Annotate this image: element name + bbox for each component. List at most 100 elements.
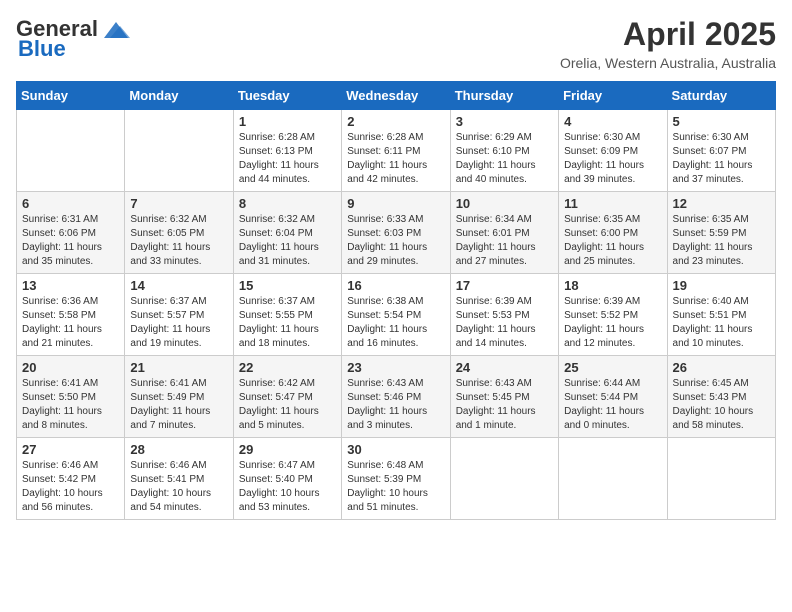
day-info: Sunrise: 6:32 AMSunset: 6:04 PMDaylight:… [239, 213, 336, 269]
day-info: Sunrise: 6:38 AMSunset: 5:54 PMDaylight:… [347, 295, 444, 351]
calendar-cell: 25Sunrise: 6:44 AMSunset: 5:44 PMDayligh… [559, 356, 667, 438]
calendar-cell: 12 Sunrise: 6:35 AMSunset: 5:59 PMDayligh… [667, 192, 775, 274]
calendar-cell: 30 Sunrise: 6:48 AMSunset: 5:39 PMDayligh… [342, 438, 450, 520]
calendar-cell: 22 Sunrise: 6:42 AMSunset: 5:47 PMDayligh… [233, 356, 341, 438]
day-number: 21 [130, 360, 227, 375]
day-info: Sunrise: 6:40 AMSunset: 5:51 PMDaylight:… [673, 295, 770, 351]
day-info: Sunrise: 6:37 AMSunset: 5:55 PMDaylight:… [239, 295, 336, 351]
calendar-cell: 10 Sunrise: 6:34 AMSunset: 6:01 PMDayligh… [450, 192, 558, 274]
calendar-cell: 21 Sunrise: 6:41 AMSunset: 5:49 PMDayligh… [125, 356, 233, 438]
day-info: Sunrise: 6:46 AMSunset: 5:41 PMDaylight:… [130, 459, 227, 515]
day-number: 1 [239, 114, 336, 129]
col-header-saturday: Saturday [667, 82, 775, 110]
calendar-cell [450, 438, 558, 520]
day-info: Sunrise: 6:39 AMSunset: 5:52 PMDaylight:… [564, 295, 661, 351]
calendar-cell: 9 Sunrise: 6:33 AMSunset: 6:03 PMDaylight… [342, 192, 450, 274]
logo-blue: Blue [18, 36, 66, 62]
day-number: 30 [347, 442, 444, 457]
day-number: 3 [456, 114, 553, 129]
col-header-friday: Friday [559, 82, 667, 110]
month-title: April 2025 [560, 16, 776, 53]
calendar-cell [125, 110, 233, 192]
day-info: Sunrise: 6:35 AMSunset: 6:00 PMDaylight:… [564, 213, 661, 269]
calendar-cell: 20 Sunrise: 6:41 AMSunset: 5:50 PMDayligh… [17, 356, 125, 438]
calendar-cell [17, 110, 125, 192]
day-info: Sunrise: 6:45 AMSunset: 5:43 PMDaylight:… [673, 377, 770, 433]
day-number: 6 [22, 196, 119, 211]
col-header-thursday: Thursday [450, 82, 558, 110]
calendar-cell: 19Sunrise: 6:40 AMSunset: 5:51 PMDayligh… [667, 274, 775, 356]
calendar-week-2: 6 Sunrise: 6:31 AMSunset: 6:06 PMDaylight… [17, 192, 776, 274]
calendar-cell: 15Sunrise: 6:37 AMSunset: 5:55 PMDayligh… [233, 274, 341, 356]
day-number: 7 [130, 196, 227, 211]
day-info: Sunrise: 6:44 AMSunset: 5:44 PMDaylight:… [564, 377, 661, 433]
day-info: Sunrise: 6:48 AMSunset: 5:39 PMDaylight:… [347, 459, 444, 515]
day-number: 14 [130, 278, 227, 293]
day-info: Sunrise: 6:47 AMSunset: 5:40 PMDaylight:… [239, 459, 336, 515]
logo-icon [102, 18, 130, 40]
day-info: Sunrise: 6:43 AMSunset: 5:46 PMDaylight:… [347, 377, 444, 433]
col-header-wednesday: Wednesday [342, 82, 450, 110]
calendar-header-row: SundayMondayTuesdayWednesdayThursdayFrid… [17, 82, 776, 110]
day-info: Sunrise: 6:29 AMSunset: 6:10 PMDaylight:… [456, 131, 553, 187]
day-info: Sunrise: 6:28 AMSunset: 6:13 PMDaylight:… [239, 131, 336, 187]
day-number: 5 [673, 114, 770, 129]
calendar-cell: 4Sunrise: 6:30 AMSunset: 6:09 PMDaylight… [559, 110, 667, 192]
day-info: Sunrise: 6:41 AMSunset: 5:50 PMDaylight:… [22, 377, 119, 433]
location-title: Orelia, Western Australia, Australia [560, 55, 776, 71]
day-number: 9 [347, 196, 444, 211]
day-info: Sunrise: 6:46 AMSunset: 5:42 PMDaylight:… [22, 459, 119, 515]
day-number: 11 [564, 196, 661, 211]
calendar-cell: 13Sunrise: 6:36 AMSunset: 5:58 PMDayligh… [17, 274, 125, 356]
calendar-cell: 3 Sunrise: 6:29 AMSunset: 6:10 PMDaylight… [450, 110, 558, 192]
calendar-cell: 26 Sunrise: 6:45 AMSunset: 5:43 PMDayligh… [667, 356, 775, 438]
day-info: Sunrise: 6:41 AMSunset: 5:49 PMDaylight:… [130, 377, 227, 433]
calendar-cell: 2 Sunrise: 6:28 AMSunset: 6:11 PMDaylight… [342, 110, 450, 192]
page-header: General Blue April 2025 Orelia, Western … [16, 16, 776, 71]
calendar-cell [667, 438, 775, 520]
calendar-week-3: 13Sunrise: 6:36 AMSunset: 5:58 PMDayligh… [17, 274, 776, 356]
day-info: Sunrise: 6:37 AMSunset: 5:57 PMDaylight:… [130, 295, 227, 351]
day-number: 26 [673, 360, 770, 375]
day-number: 18 [564, 278, 661, 293]
calendar-week-5: 27 Sunrise: 6:46 AMSunset: 5:42 PMDayligh… [17, 438, 776, 520]
calendar-cell: 8 Sunrise: 6:32 AMSunset: 6:04 PMDaylight… [233, 192, 341, 274]
title-block: April 2025 Orelia, Western Australia, Au… [560, 16, 776, 71]
day-info: Sunrise: 6:33 AMSunset: 6:03 PMDaylight:… [347, 213, 444, 269]
calendar-cell: 14 Sunrise: 6:37 AMSunset: 5:57 PMDayligh… [125, 274, 233, 356]
day-number: 28 [130, 442, 227, 457]
day-number: 29 [239, 442, 336, 457]
day-info: Sunrise: 6:42 AMSunset: 5:47 PMDaylight:… [239, 377, 336, 433]
day-info: Sunrise: 6:35 AMSunset: 5:59 PMDaylight:… [673, 213, 770, 269]
day-number: 22 [239, 360, 336, 375]
calendar-cell: 11 Sunrise: 6:35 AMSunset: 6:00 PMDayligh… [559, 192, 667, 274]
calendar-cell: 23 Sunrise: 6:43 AMSunset: 5:46 PMDayligh… [342, 356, 450, 438]
day-number: 27 [22, 442, 119, 457]
calendar-cell: 29 Sunrise: 6:47 AMSunset: 5:40 PMDayligh… [233, 438, 341, 520]
day-number: 24 [456, 360, 553, 375]
day-info: Sunrise: 6:31 AMSunset: 6:06 PMDaylight:… [22, 213, 119, 269]
day-info: Sunrise: 6:28 AMSunset: 6:11 PMDaylight:… [347, 131, 444, 187]
day-number: 20 [22, 360, 119, 375]
day-info: Sunrise: 6:34 AMSunset: 6:01 PMDaylight:… [456, 213, 553, 269]
day-number: 2 [347, 114, 444, 129]
calendar-cell: 17Sunrise: 6:39 AMSunset: 5:53 PMDayligh… [450, 274, 558, 356]
calendar-cell: 18 Sunrise: 6:39 AMSunset: 5:52 PMDayligh… [559, 274, 667, 356]
calendar-cell: 1 Sunrise: 6:28 AMSunset: 6:13 PMDaylight… [233, 110, 341, 192]
day-number: 12 [673, 196, 770, 211]
col-header-tuesday: Tuesday [233, 82, 341, 110]
day-number: 4 [564, 114, 661, 129]
calendar-week-1: 1 Sunrise: 6:28 AMSunset: 6:13 PMDaylight… [17, 110, 776, 192]
col-header-monday: Monday [125, 82, 233, 110]
calendar-cell: 16Sunrise: 6:38 AMSunset: 5:54 PMDayligh… [342, 274, 450, 356]
day-info: Sunrise: 6:30 AMSunset: 6:07 PMDaylight:… [673, 131, 770, 187]
day-number: 13 [22, 278, 119, 293]
calendar-cell [559, 438, 667, 520]
calendar-cell: 24Sunrise: 6:43 AMSunset: 5:45 PMDayligh… [450, 356, 558, 438]
day-number: 10 [456, 196, 553, 211]
day-number: 23 [347, 360, 444, 375]
day-number: 8 [239, 196, 336, 211]
day-info: Sunrise: 6:39 AMSunset: 5:53 PMDaylight:… [456, 295, 553, 351]
calendar-cell: 5 Sunrise: 6:30 AMSunset: 6:07 PMDaylight… [667, 110, 775, 192]
calendar-cell: 6 Sunrise: 6:31 AMSunset: 6:06 PMDaylight… [17, 192, 125, 274]
